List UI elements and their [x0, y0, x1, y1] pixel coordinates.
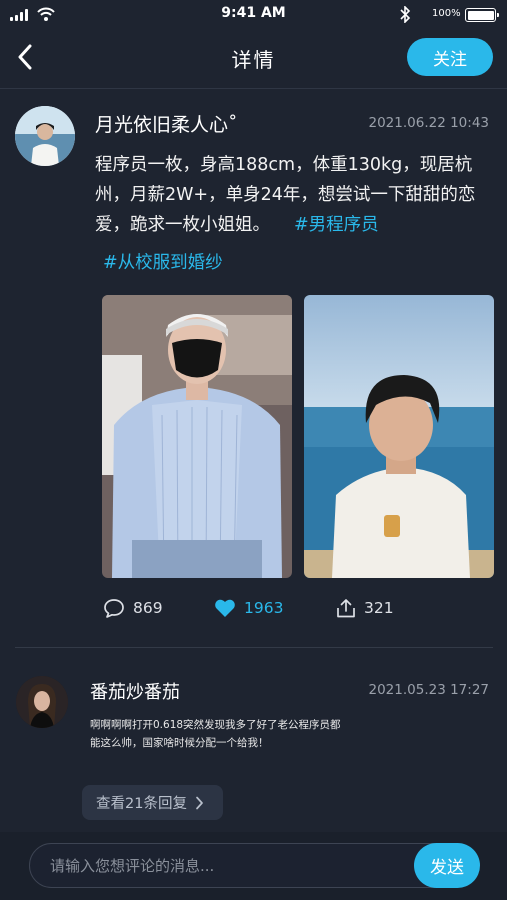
share-count: 321 — [364, 599, 394, 617]
view-replies-label: 查看21条回复 — [96, 796, 187, 812]
comment-date: 2021.05.23 17:27 — [368, 682, 490, 698]
post-date: 2021.06.22 10:43 — [368, 115, 490, 131]
post-photo[interactable] — [304, 295, 494, 578]
share-count-button[interactable]: 321 — [336, 598, 394, 618]
post-author-name[interactable]: 月光依旧柔人心˚ — [95, 110, 238, 137]
comment-text: 啊啊啊啊打开0.618突然发现我多了好了老公程序员都能这么帅，国家啥时候分配一个… — [90, 719, 341, 749]
chevron-right-icon — [196, 796, 203, 809]
view-replies-button[interactable]: 查看21条回复 — [82, 785, 223, 820]
bluetooth-icon — [400, 6, 411, 23]
like-count-button[interactable]: 1963 — [214, 598, 283, 618]
comment-author-name[interactable]: 番茄炒番茄 — [90, 678, 180, 704]
divider — [15, 647, 493, 648]
battery-icon — [465, 8, 499, 22]
post-author-avatar[interactable] — [15, 106, 75, 166]
comment-count-button[interactable]: 869 — [103, 598, 163, 618]
post-photo[interactable] — [102, 295, 292, 578]
comment-count: 869 — [133, 599, 163, 617]
share-icon — [337, 599, 355, 618]
battery-percentage: 100% — [432, 8, 461, 19]
heart-icon — [215, 599, 235, 617]
comment-input-bar: 发送 — [0, 832, 507, 900]
like-count: 1963 — [244, 599, 284, 617]
status-time: 9:41 AM — [221, 5, 286, 21]
avatar-photo — [15, 106, 75, 166]
hashtag-link[interactable]: #男程序员 — [294, 215, 379, 235]
send-button[interactable]: 发送 — [414, 843, 480, 888]
comment-input[interactable] — [29, 843, 454, 888]
comment-bubble-icon — [104, 599, 124, 618]
status-bar: 9:41 AM 100% — [0, 0, 507, 30]
header-divider — [0, 88, 507, 89]
hashtag-link[interactable]: #从校服到婚纱 — [103, 248, 223, 278]
post-text: 程序员一枚，身高188cm，体重130kg，现居杭州，月薪2W+，单身24年，想… — [95, 155, 476, 235]
post-content: 程序员一枚，身高188cm，体重130kg，现居杭州，月薪2W+，单身24年，想… — [95, 150, 490, 240]
follow-button[interactable]: 关注 — [407, 38, 493, 76]
avatar-photo — [16, 676, 68, 728]
comment-author-avatar[interactable] — [16, 676, 68, 728]
header: 详情 关注 — [0, 30, 507, 85]
